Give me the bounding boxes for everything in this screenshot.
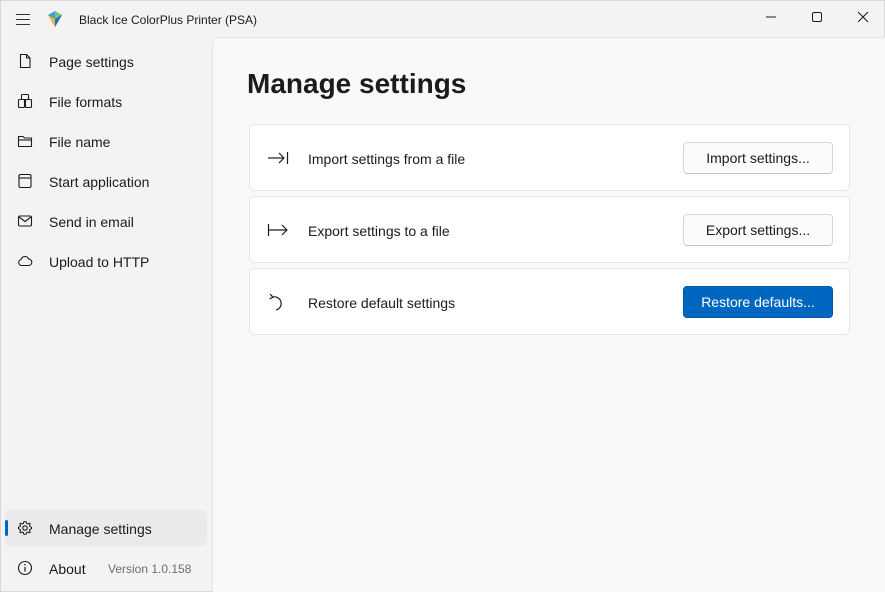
folder-icon: [17, 135, 33, 148]
selection-indicator: [5, 520, 8, 536]
export-settings-card: Export settings to a file Export setting…: [249, 196, 850, 263]
app-window-icon: [18, 173, 32, 189]
undo-icon: [269, 293, 282, 311]
card-label: Restore default settings: [308, 295, 456, 311]
sidebar-item-label: Start application: [49, 174, 150, 190]
content-pane: Manage settings Import settings from a f…: [212, 37, 885, 592]
restore-defaults-button[interactable]: Restore defaults...: [683, 286, 833, 318]
import-settings-card: Import settings from a file Import setti…: [249, 124, 850, 191]
sidebar-item-label: Manage settings: [49, 521, 152, 537]
sidebar-item-page-settings[interactable]: Page settings: [5, 43, 207, 79]
sidebar-item-label: Page settings: [49, 54, 134, 70]
sidebar-item-send-in-email[interactable]: Send in email: [5, 203, 207, 239]
export-settings-button[interactable]: Export settings...: [683, 214, 833, 246]
sidebar-item-label: Send in email: [49, 214, 134, 230]
hamburger-icon[interactable]: [13, 9, 33, 29]
cloud-icon: [18, 255, 33, 267]
window-title: Black Ice ColorPlus Printer (PSA): [79, 13, 258, 27]
gear-icon: [18, 521, 32, 535]
sidebar-item-file-formats[interactable]: File formats: [5, 83, 207, 119]
minimize-icon: [766, 16, 776, 18]
info-icon: [17, 560, 33, 576]
close-icon: [857, 11, 869, 23]
page-title: Manage settings: [247, 68, 467, 99]
file-formats-icon: [17, 93, 33, 109]
sidebar-item-label: About: [49, 561, 86, 577]
import-arrow-icon: [268, 152, 289, 164]
maximize-button[interactable]: [794, 1, 840, 33]
document-icon: [19, 53, 31, 69]
restore-defaults-card: Restore default settings Restore default…: [249, 268, 850, 335]
card-label: Import settings from a file: [308, 151, 466, 167]
sidebar-item-start-application[interactable]: Start application: [5, 163, 207, 199]
minimize-button[interactable]: [748, 1, 794, 33]
sidebar-item-manage-settings[interactable]: Manage settings: [5, 510, 207, 546]
sidebar-item-label: File formats: [49, 94, 123, 110]
title-bar: Black Ice ColorPlus Printer (PSA): [1, 1, 885, 37]
sidebar-item-label: Upload to HTTP: [49, 254, 150, 270]
app-window: Black Ice ColorPlus Printer (PSA) Page s…: [0, 0, 885, 592]
sidebar-item-upload-to-http[interactable]: Upload to HTTP: [5, 243, 207, 279]
sidebar-item-label: File name: [49, 134, 111, 150]
version-text: Version 1.0.158: [108, 562, 192, 576]
app-logo-icon: [48, 11, 62, 27]
export-arrow-icon: [267, 224, 288, 236]
sidebar-item-file-name[interactable]: File name: [5, 123, 207, 159]
maximize-icon: [812, 12, 822, 22]
sidebar-nav: Page settings File formats File name Sta…: [1, 41, 211, 592]
import-settings-button[interactable]: Import settings...: [683, 142, 833, 174]
close-button[interactable]: [840, 1, 885, 33]
card-label: Export settings to a file: [308, 223, 450, 239]
sidebar-item-about[interactable]: About Version 1.0.158: [5, 550, 207, 586]
mail-icon: [17, 215, 33, 227]
